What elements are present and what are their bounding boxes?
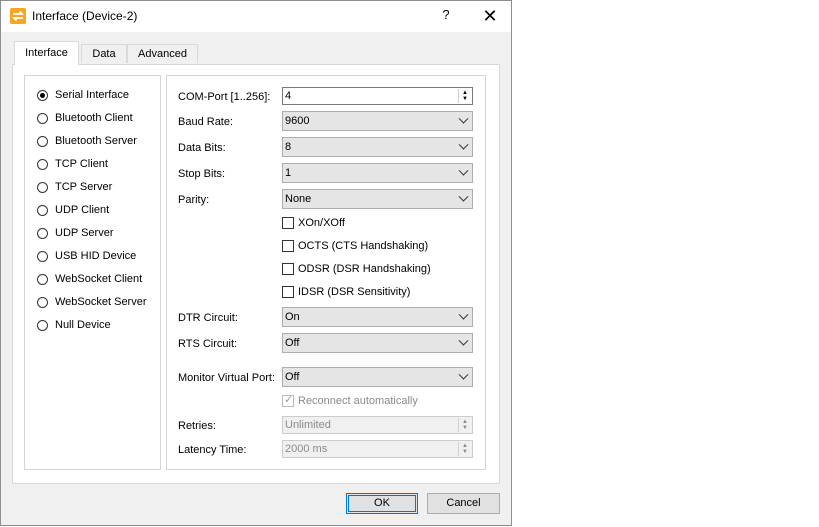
radio-label: WebSocket Server — [55, 296, 147, 308]
dtr-circuit-label: DTR Circuit: — [178, 312, 238, 324]
rts-circuit-value: Off — [285, 337, 300, 349]
radio-label: UDP Server — [55, 227, 114, 239]
data-bits-label: Data Bits: — [178, 142, 226, 154]
dtr-circuit-select[interactable]: On — [282, 307, 473, 327]
stop-bits-select[interactable]: 1 — [282, 163, 473, 183]
radio-button[interactable] — [37, 182, 48, 193]
checkbox-label: Reconnect automatically — [298, 395, 418, 407]
swap-arrows-icon — [10, 8, 26, 24]
spin-arrows-icon[interactable]: ▲ ▼ — [458, 89, 471, 103]
retries-spinbox[interactable]: Unlimited ▲ ▼ — [282, 416, 473, 434]
checkbox-checked-disabled[interactable]: ✓ — [282, 394, 294, 407]
radio-button[interactable] — [37, 274, 48, 285]
data-bits-select[interactable]: 8 — [282, 137, 473, 157]
checkbox-label: IDSR (DSR Sensitivity) — [298, 286, 411, 298]
chevron-down-icon — [458, 165, 469, 176]
radio-label: Bluetooth Server — [55, 135, 137, 147]
cancel-button[interactable]: Cancel — [427, 493, 500, 514]
chevron-down-icon — [458, 369, 469, 380]
radio-label: TCP Server — [55, 181, 113, 193]
radio-label: USB HID Device — [55, 250, 137, 262]
checkbox-label: OCTS (CTS Handshaking) — [298, 240, 429, 252]
checkbox[interactable] — [282, 263, 294, 275]
radio-label: UDP Client — [55, 204, 110, 216]
baud-rate-label: Baud Rate: — [178, 116, 234, 128]
radio-label: Serial Interface — [55, 89, 129, 101]
latency-spinbox[interactable]: 2000 ms ▲ ▼ — [282, 440, 473, 458]
radio-button[interactable] — [37, 228, 48, 239]
monitor-port-value: Off — [285, 371, 300, 383]
dtr-circuit-value: On — [285, 311, 300, 323]
latency-label: Latency Time: — [178, 444, 247, 456]
data-bits-value: 8 — [285, 141, 292, 153]
latency-value: 2000 ms — [285, 443, 328, 455]
window-title: Interface (Device-2) — [32, 9, 138, 23]
title-bar: Interface (Device-2) ? ✕ — [1, 1, 511, 32]
baud-rate-select[interactable]: 9600 — [282, 111, 473, 131]
radio-button[interactable] — [37, 136, 48, 147]
retries-value: Unlimited — [285, 419, 331, 431]
parity-value: None — [285, 193, 312, 205]
radio-button[interactable] — [37, 113, 48, 124]
checkbox[interactable] — [282, 217, 294, 229]
close-button[interactable]: ✕ — [479, 5, 501, 27]
radio-button[interactable] — [37, 251, 48, 262]
rts-circuit-label: RTS Circuit: — [178, 338, 238, 350]
monitor-port-label: Monitor Virtual Port: — [178, 372, 276, 384]
radio-label: WebSocket Client — [55, 273, 143, 285]
baud-rate-value: 9600 — [285, 115, 310, 127]
radio-label: TCP Client — [55, 158, 108, 170]
parity-select[interactable]: None — [282, 189, 473, 209]
radio-button[interactable] — [37, 205, 48, 216]
checkbox-label: XOn/XOff — [298, 217, 345, 229]
chevron-down-icon — [458, 113, 469, 124]
retries-label: Retries: — [178, 420, 216, 432]
spin-arrows-icon[interactable]: ▲ ▼ — [458, 418, 471, 432]
com-port-value: 4 — [285, 90, 292, 102]
stop-bits-label: Stop Bits: — [178, 168, 226, 180]
parity-label: Parity: — [178, 194, 210, 206]
com-port-spinbox[interactable]: 4 ▲ ▼ — [282, 87, 473, 105]
chevron-down-icon — [458, 139, 469, 150]
monitor-port-select[interactable]: Off — [282, 367, 473, 387]
checkbox[interactable] — [282, 240, 294, 252]
rts-circuit-select[interactable]: Off — [282, 333, 473, 353]
chevron-down-icon — [458, 191, 469, 202]
ok-button[interactable]: OK — [346, 493, 418, 514]
tab-advanced[interactable]: Advanced — [127, 44, 198, 63]
checkbox-label: ODSR (DSR Handshaking) — [298, 263, 431, 275]
com-port-label: COM-Port [1..256]: — [178, 91, 271, 103]
checkmark-icon: ✓ — [284, 394, 294, 406]
radio-button[interactable] — [37, 159, 48, 170]
radio-label: Bluetooth Client — [55, 112, 133, 124]
help-button[interactable]: ? — [438, 7, 454, 22]
chevron-down-icon — [458, 335, 469, 346]
tab-interface[interactable]: Interface — [14, 41, 79, 65]
radio-label: Null Device — [55, 319, 111, 331]
radio-button-checked[interactable] — [37, 90, 48, 101]
checkbox[interactable] — [282, 286, 294, 298]
radio-button[interactable] — [37, 320, 48, 331]
stop-bits-value: 1 — [285, 167, 292, 179]
radio-button[interactable] — [37, 297, 48, 308]
tab-data[interactable]: Data — [81, 44, 127, 63]
spin-arrows-icon[interactable]: ▲ ▼ — [458, 442, 471, 456]
chevron-down-icon — [458, 309, 469, 320]
